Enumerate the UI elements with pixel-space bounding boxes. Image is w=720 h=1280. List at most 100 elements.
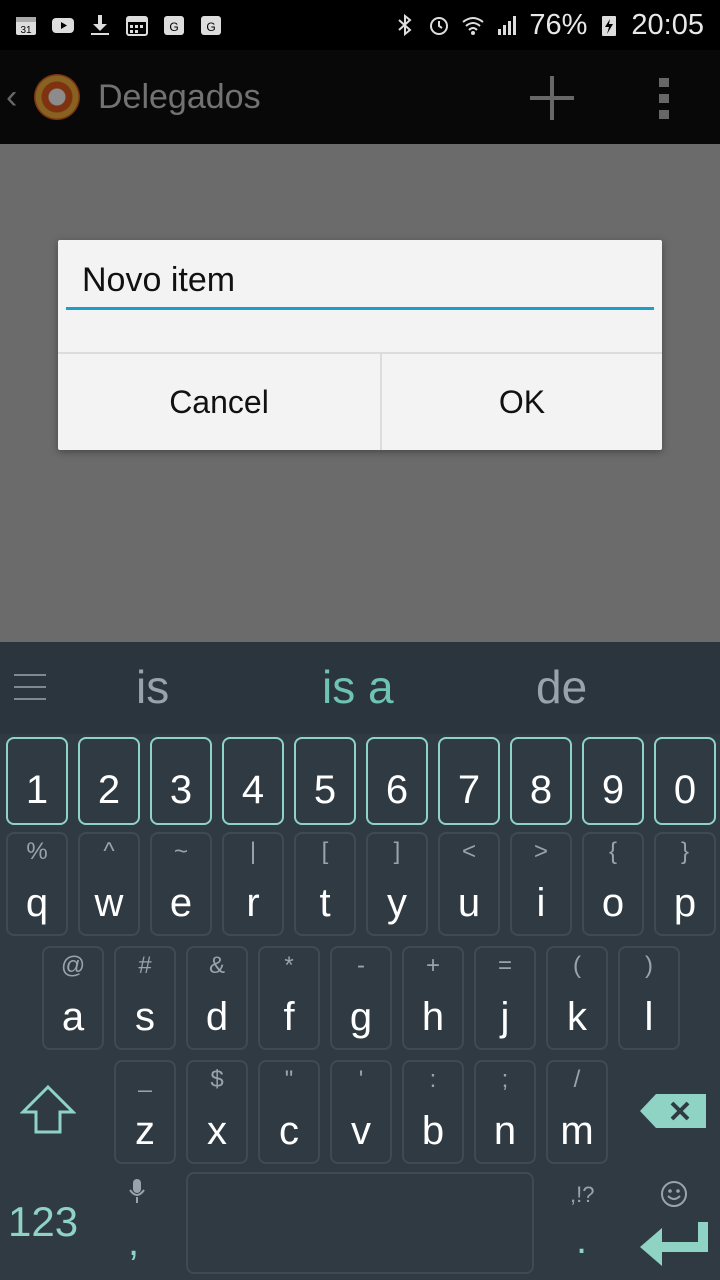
key-symbol-hint: > bbox=[533, 838, 548, 865]
key-symbol-hint: ; bbox=[501, 1066, 509, 1093]
battery-charging-icon bbox=[597, 13, 621, 37]
key-label: d bbox=[205, 995, 229, 1039]
key-label: q bbox=[25, 881, 49, 925]
key-4[interactable]: 4 bbox=[222, 737, 284, 825]
key-label: 3 bbox=[169, 768, 193, 812]
suggestion-1[interactable]: is bbox=[136, 660, 169, 714]
key-3[interactable]: 3 bbox=[150, 737, 212, 825]
key-9[interactable]: 9 bbox=[582, 737, 644, 825]
key-label: y bbox=[387, 881, 407, 925]
key-y[interactable]: ] y bbox=[366, 832, 428, 936]
key-1[interactable]: 1 bbox=[6, 737, 68, 825]
key-symbol-hint: = bbox=[497, 952, 512, 979]
key-label: t bbox=[319, 881, 331, 925]
calendar-icon: 31 bbox=[14, 13, 38, 37]
key-v[interactable]: ' v bbox=[330, 1060, 392, 1164]
backspace-icon[interactable] bbox=[640, 1094, 706, 1128]
cancel-button[interactable]: Cancel bbox=[58, 354, 380, 450]
key-label: k bbox=[567, 995, 587, 1039]
key-label: m bbox=[560, 1109, 594, 1153]
key-i[interactable]: > i bbox=[510, 832, 572, 936]
key-8[interactable]: 8 bbox=[510, 737, 572, 825]
key-label: p bbox=[673, 881, 697, 925]
key-d[interactable]: & d bbox=[186, 946, 248, 1050]
key-label: 9 bbox=[601, 768, 625, 812]
maps-icon: G bbox=[162, 13, 186, 37]
key-label: n bbox=[493, 1109, 517, 1153]
svg-text:31: 31 bbox=[20, 25, 32, 36]
alarm-icon bbox=[427, 13, 451, 37]
key-label: e bbox=[169, 881, 193, 925]
key-7[interactable]: 7 bbox=[438, 737, 500, 825]
key-j[interactable]: = j bbox=[474, 946, 536, 1050]
key-h[interactable]: + h bbox=[402, 946, 464, 1050]
key-label: 5 bbox=[313, 768, 337, 812]
clock: 20:05 bbox=[631, 8, 704, 41]
mic-icon[interactable] bbox=[128, 1178, 146, 1204]
menu-icon[interactable] bbox=[14, 672, 46, 702]
key-c[interactable]: " c bbox=[258, 1060, 320, 1164]
key-w[interactable]: ^ w bbox=[78, 832, 140, 936]
key-label: h bbox=[421, 995, 445, 1039]
more-options-icon[interactable] bbox=[652, 74, 676, 122]
emoji-icon[interactable] bbox=[660, 1180, 688, 1208]
key-label: b bbox=[421, 1109, 445, 1153]
space-key[interactable] bbox=[186, 1172, 534, 1274]
key-t[interactable]: [t bbox=[294, 832, 356, 936]
key-label: 1 bbox=[25, 768, 49, 812]
key-symbol-hint: ] bbox=[393, 838, 401, 865]
key-5[interactable]: 5 bbox=[294, 737, 356, 825]
key-r[interactable]: | r bbox=[222, 832, 284, 936]
key-symbol-hint: @ bbox=[60, 952, 86, 979]
back-chevron-icon[interactable]: ‹ bbox=[6, 78, 17, 117]
numbers-mode-key[interactable]: 123 bbox=[8, 1198, 78, 1246]
key-b[interactable]: :b bbox=[402, 1060, 464, 1164]
comma-key[interactable]: , bbox=[128, 1220, 139, 1265]
notification-icons: 31 G G bbox=[14, 10, 223, 40]
punctuation-hint: ,!? bbox=[570, 1182, 595, 1207]
key-symbol-hint: ) bbox=[645, 952, 653, 979]
suggestion-3[interactable]: de bbox=[536, 660, 587, 714]
enter-icon[interactable] bbox=[640, 1222, 710, 1266]
key-2[interactable]: 2 bbox=[78, 737, 140, 825]
wifi-icon bbox=[461, 13, 485, 37]
battery-percent: 76% bbox=[529, 8, 588, 41]
key-k[interactable]: (k bbox=[546, 946, 608, 1050]
key-label: z bbox=[135, 1109, 155, 1153]
key-e[interactable]: ~ e bbox=[150, 832, 212, 936]
shift-icon[interactable] bbox=[20, 1084, 76, 1136]
key-symbol-hint: * bbox=[284, 952, 294, 979]
key-s[interactable]: # s bbox=[114, 946, 176, 1050]
key-u[interactable]: < u bbox=[438, 832, 500, 936]
page-title: Delegados bbox=[98, 78, 261, 116]
key-symbol-hint: & bbox=[208, 952, 225, 979]
key-f[interactable]: * f bbox=[258, 946, 320, 1050]
key-6[interactable]: 6 bbox=[366, 737, 428, 825]
key-label: o bbox=[601, 881, 625, 925]
key-p[interactable]: } p bbox=[654, 832, 716, 936]
app-logo-icon[interactable] bbox=[34, 74, 80, 120]
key-g[interactable]: -g bbox=[330, 946, 392, 1050]
key-q[interactable]: % q bbox=[6, 832, 68, 936]
key-n[interactable]: ; n bbox=[474, 1060, 536, 1164]
key-l[interactable]: ) l bbox=[618, 946, 680, 1050]
key-z[interactable]: _ z bbox=[114, 1060, 176, 1164]
period-key[interactable]: . bbox=[576, 1218, 587, 1263]
key-symbol-hint: $ bbox=[210, 1066, 224, 1093]
key-a[interactable]: @ a bbox=[42, 946, 104, 1050]
suggestion-2[interactable]: is a bbox=[322, 660, 394, 714]
ok-button[interactable]: OK bbox=[382, 354, 662, 450]
item-name-input[interactable] bbox=[66, 254, 654, 310]
key-x[interactable]: $ x bbox=[186, 1060, 248, 1164]
key-label: j bbox=[500, 995, 510, 1039]
key-0[interactable]: 0 bbox=[654, 737, 716, 825]
add-icon[interactable] bbox=[528, 74, 576, 122]
key-o[interactable]: {o bbox=[582, 832, 644, 936]
key-label: 8 bbox=[529, 768, 553, 812]
key-label: g bbox=[349, 995, 373, 1039]
key-symbol-hint: " bbox=[284, 1066, 294, 1093]
key-label: r bbox=[246, 881, 260, 925]
key-m[interactable]: / m bbox=[546, 1060, 608, 1164]
maps-icon: G bbox=[199, 13, 223, 37]
key-symbol-hint: # bbox=[138, 952, 152, 979]
